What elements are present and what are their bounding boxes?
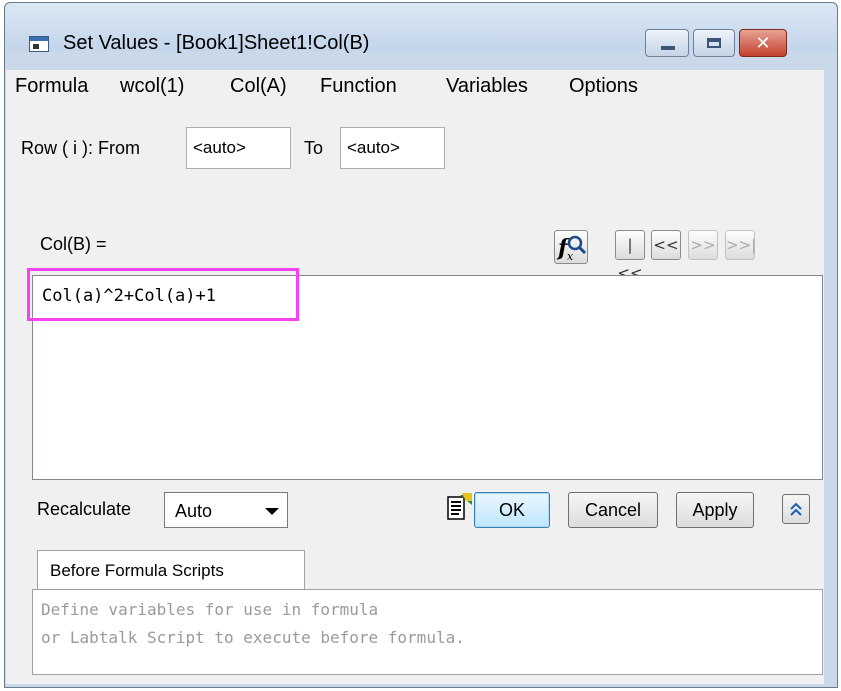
last-row-button[interactable]: >>| xyxy=(725,230,756,260)
svg-text:x: x xyxy=(567,250,574,263)
close-button[interactable]: ✕ xyxy=(739,29,787,57)
recalculate-select[interactable]: Auto xyxy=(164,492,288,528)
function-search-icon: f x xyxy=(556,235,587,263)
double-chevron-up-icon xyxy=(790,502,802,516)
cancel-button[interactable]: Cancel xyxy=(568,492,658,528)
menu-wcol[interactable]: wcol(1) xyxy=(120,75,184,98)
first-row-button[interactable]: |<< xyxy=(615,230,645,282)
title-bar[interactable]: Set Values - [Book1]Sheet1!Col(B) ✕ xyxy=(5,3,837,57)
function-builder-button[interactable]: f x xyxy=(554,230,588,264)
script-page-icon xyxy=(447,493,472,520)
scripts-placeholder-line2: or Labtalk Script to execute before form… xyxy=(41,628,465,647)
row-from-input[interactable]: <auto> xyxy=(186,127,291,169)
ok-button[interactable]: OK xyxy=(474,492,550,528)
expand-button[interactable] xyxy=(782,494,810,524)
minimize-icon xyxy=(661,46,675,50)
before-formula-scripts-editor[interactable]: Define variables for use in formula or L… xyxy=(32,589,823,675)
menu-function[interactable]: Function xyxy=(320,75,397,98)
minimize-button[interactable] xyxy=(645,29,689,57)
menu-formula[interactable]: Formula xyxy=(15,75,88,98)
maximize-button[interactable] xyxy=(693,29,735,57)
window-title: Set Values - [Book1]Sheet1!Col(B) xyxy=(63,32,370,54)
scripts-placeholder-line1: Define variables for use in formula xyxy=(41,600,379,619)
maximize-icon xyxy=(707,38,721,48)
apply-button[interactable]: Apply xyxy=(676,492,754,528)
script-page-button[interactable] xyxy=(444,491,474,525)
next-row-button[interactable]: >> xyxy=(688,230,718,260)
previous-row-button[interactable]: << xyxy=(651,230,681,260)
recalculate-label: Recalculate xyxy=(37,499,132,519)
menu-bar: Formula wcol(1) Col(A) Function Variable… xyxy=(6,70,824,104)
row-from-label: Row ( i ): From xyxy=(21,138,140,158)
worksheet-icon xyxy=(29,36,49,52)
menu-options[interactable]: Options xyxy=(569,75,638,98)
menu-variables[interactable]: Variables xyxy=(446,75,528,98)
tab-before-formula-scripts[interactable]: Before Formula Scripts xyxy=(37,550,305,590)
close-icon: ✕ xyxy=(755,33,771,53)
formula-target-label: Col(B) = xyxy=(40,234,107,254)
row-to-input[interactable]: <auto> xyxy=(340,127,445,169)
row-to-label: To xyxy=(304,138,324,158)
formula-highlight-box xyxy=(27,268,299,321)
recalculate-value: Auto xyxy=(175,501,213,521)
chevron-down-icon xyxy=(265,508,279,515)
menu-cola[interactable]: Col(A) xyxy=(230,75,287,98)
